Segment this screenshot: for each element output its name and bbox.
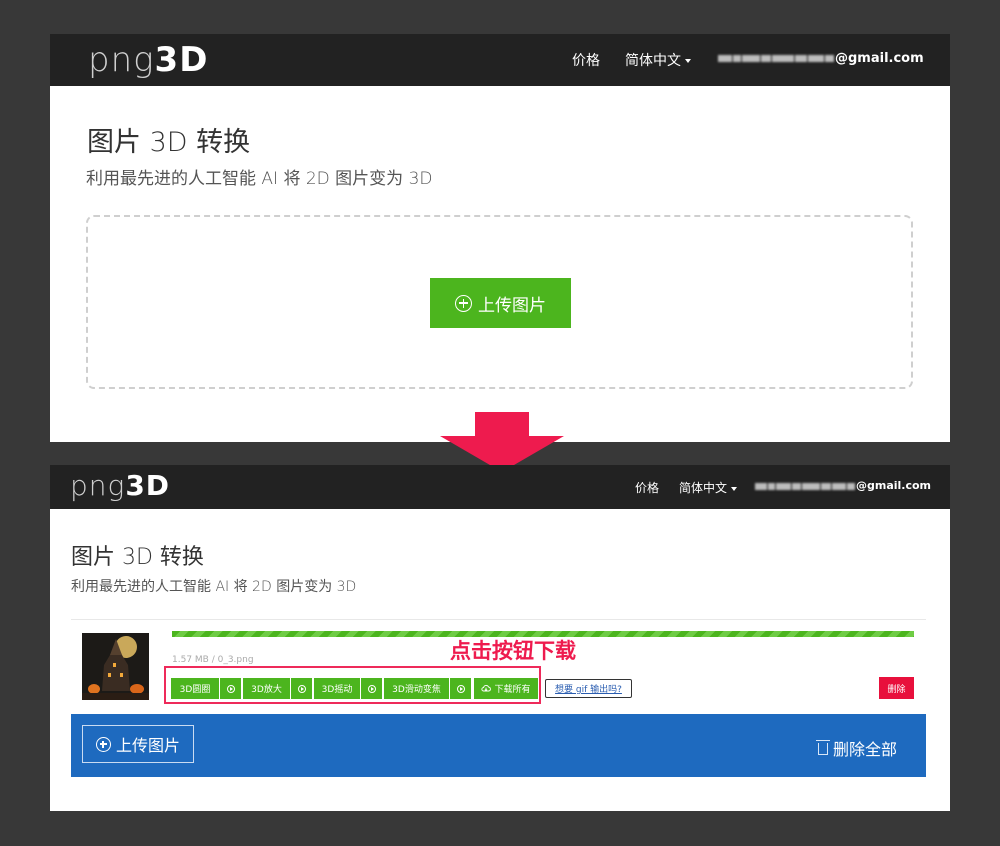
user-email[interactable]: @gmail.com	[718, 51, 924, 66]
download-all-label: 下载所有	[494, 685, 531, 695]
caret-down-icon	[685, 59, 691, 63]
email-suffix: @gmail.com	[856, 479, 932, 492]
upload-action-bar: 上传图片 删除全部	[71, 714, 926, 777]
page-subtitle: 利用最先进的人工智能 AI 将 2D 图片变为 3D	[71, 579, 357, 595]
download-3d-shake-button[interactable]: 3D摇动	[314, 678, 360, 699]
circle-button-group: 3D圆圈	[171, 678, 241, 699]
upload-image-button[interactable]: 上传图片	[430, 278, 571, 328]
zoom-button-group: 3D放大	[243, 678, 312, 699]
email-suffix: @gmail.com	[835, 51, 924, 66]
top-screenshot-panel: png3D 价格 简体中文 @gmail.com 图片 3D 转换 利用最先进的…	[50, 34, 950, 442]
play-circle-icon	[456, 684, 465, 693]
image-thumbnail	[82, 633, 149, 700]
navbar: png3D 价格 简体中文 @gmail.com	[50, 465, 950, 509]
logo-text-3d: 3D	[125, 469, 171, 502]
preview-3d-dolly-zoom-button[interactable]	[449, 678, 471, 699]
bottom-screenshot-panel: png3D 价格 简体中文 @gmail.com 图片 3D 转换 利用最先进的…	[50, 465, 950, 811]
arrow-down-icon	[440, 412, 564, 472]
cloud-download-icon	[481, 684, 492, 692]
plus-circle-icon	[455, 294, 472, 312]
upload-button-label: 上传图片	[115, 736, 180, 755]
page-subtitle: 利用最先进的人工智能 AI 将 2D 图片变为 3D	[86, 169, 433, 189]
plus-circle-icon	[95, 736, 111, 752]
preview-3d-circle-button[interactable]	[219, 678, 241, 699]
download-3d-zoom-button[interactable]: 3D放大	[243, 678, 290, 699]
dolly-button-group: 3D滑动变焦	[384, 678, 471, 699]
download-3d-dolly-zoom-button[interactable]: 3D滑动变焦	[384, 678, 449, 699]
preview-3d-shake-button[interactable]	[360, 678, 382, 699]
logo-text-png: png	[70, 469, 126, 502]
delete-all-label: 删除全部	[833, 740, 898, 759]
page-title: 图片 3D 转换	[71, 545, 204, 570]
file-info: 1.57 MB / 0_3.png	[172, 655, 254, 665]
language-label: 简体中文	[679, 481, 728, 495]
upload-button-label: 上传图片	[478, 295, 546, 316]
redacted-email-prefix	[755, 480, 856, 493]
play-circle-icon	[367, 684, 376, 693]
caret-down-icon	[731, 486, 738, 491]
logo[interactable]: png3D	[88, 40, 208, 80]
language-dropdown[interactable]: 简体中文	[625, 50, 691, 70]
user-email[interactable]: @gmail.com	[755, 479, 931, 493]
annotation-label: 点击按钮下载	[450, 639, 576, 663]
language-dropdown[interactable]: 简体中文	[679, 479, 738, 496]
gif-output-link[interactable]: 想要 gif 输出吗?	[545, 679, 632, 698]
download-all-button[interactable]: 下载所有	[474, 678, 538, 699]
logo[interactable]: png3D	[70, 469, 170, 502]
divider	[71, 619, 926, 620]
redacted-email-prefix	[718, 51, 835, 66]
page-title: 图片 3D 转换	[87, 127, 251, 158]
play-circle-icon	[297, 684, 306, 693]
preview-3d-zoom-button[interactable]	[290, 678, 312, 699]
shake-button-group: 3D摇动	[314, 678, 382, 699]
nav-price-link[interactable]: 价格	[635, 479, 659, 496]
nav-price-link[interactable]: 价格	[572, 50, 600, 70]
language-label: 简体中文	[625, 53, 681, 69]
trash-icon	[816, 740, 830, 755]
navbar: png3D 价格 简体中文 @gmail.com	[50, 34, 950, 86]
play-circle-icon	[226, 684, 235, 693]
upload-dropzone[interactable]: 上传图片	[86, 215, 913, 389]
download-3d-circle-button[interactable]: 3D圆圈	[171, 678, 219, 699]
download-all-group: 下载所有	[474, 678, 538, 699]
delete-all-button[interactable]: 删除全部	[816, 736, 898, 760]
upload-image-button[interactable]: 上传图片	[82, 725, 194, 763]
logo-text-png: png	[88, 40, 155, 80]
logo-text-3d: 3D	[154, 40, 209, 80]
delete-file-button[interactable]: 删除	[879, 677, 914, 699]
